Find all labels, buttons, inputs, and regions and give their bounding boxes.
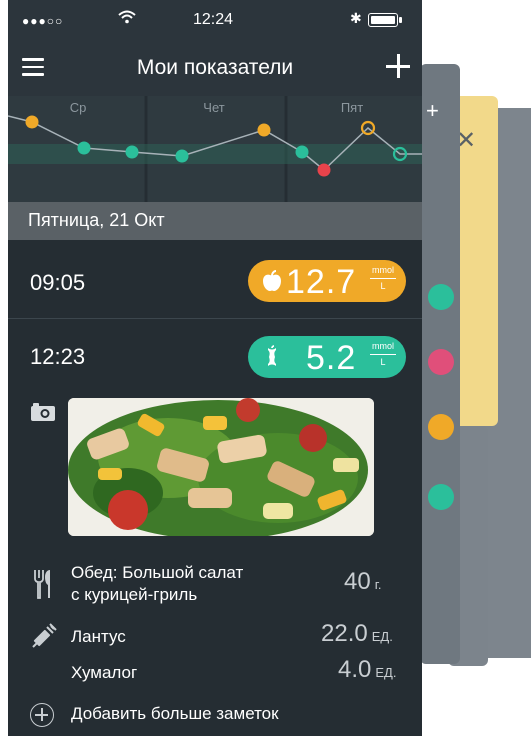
add-button[interactable] [386, 54, 410, 78]
insulin-amount: 22.0 ЕД. [321, 620, 393, 648]
battery-icon [368, 13, 402, 27]
insulin-amount-value: 22.0 [321, 620, 368, 647]
chart-point [317, 163, 331, 177]
chart-day-label: Ср [69, 100, 87, 115]
ghost-circle-green-2 [428, 484, 454, 510]
insulin-note[interactable]: Лантус [71, 626, 126, 648]
glucose-unit: mmol L [368, 265, 398, 292]
glucose-value: 12.7 [286, 263, 357, 301]
chart-point [295, 145, 309, 159]
status-bar: ●●●○○ 12:24 ✱ [8, 0, 422, 42]
phone-screen: ●●●○○ 12:24 ✱ Мои показатели Ср Чет Пят … [8, 0, 422, 736]
unit-top: mmol [372, 341, 394, 351]
chart-point [125, 145, 139, 159]
meal-amount-value: 40 [344, 568, 371, 595]
camera-icon [31, 403, 55, 421]
chart-day-label: Пят [340, 100, 364, 115]
meal-amount: 40 г. [344, 568, 381, 596]
unit-top: mmol [372, 265, 394, 275]
chart-day-label: Чет [203, 100, 225, 115]
signal-icon: ●●●○○ [22, 14, 64, 28]
wifi-icon [118, 10, 136, 24]
entry-time: 12:23 [30, 344, 86, 369]
glucose-reading-badge[interactable]: 12.7 mmol L [248, 260, 406, 302]
apple-core-icon [268, 345, 276, 366]
unit-bottom: L [380, 357, 386, 367]
divider [8, 318, 422, 319]
glucose-reading-badge[interactable]: 5.2 mmol L [248, 336, 406, 378]
navigation-bar: Мои показатели [8, 42, 422, 96]
ghost-circle-orange [428, 414, 454, 440]
meal-note[interactable]: Обед: Большой салат с курицей-гриль [71, 562, 243, 606]
unit-bottom: L [380, 281, 386, 291]
add-notes-button[interactable]: Добавить больше заметок [71, 703, 279, 725]
insulin-note[interactable]: Хумалог [71, 662, 137, 684]
page-title: Мои показатели [136, 56, 294, 79]
status-time: 12:24 [193, 11, 234, 28]
meal-amount-unit: г. [374, 577, 382, 592]
glucose-chart[interactable]: Ср Чет Пят [8, 96, 422, 202]
meal-photo[interactable] [68, 398, 374, 536]
insulin-amount-unit: ЕД. [375, 665, 397, 680]
insulin-amount-unit: ЕД. [371, 629, 393, 644]
entry-time: 09:05 [30, 270, 86, 295]
syringe-icon [32, 623, 57, 648]
chart-point [257, 123, 271, 137]
add-circle-icon[interactable] [30, 703, 54, 727]
insulin-amount: 4.0 ЕД. [338, 656, 396, 684]
chart-point [25, 115, 39, 129]
ghost-circle-pink [428, 349, 454, 375]
chart-point [77, 141, 91, 155]
fork-knife-icon [34, 570, 50, 599]
date-header: Пятница, 21 Окт [8, 202, 422, 240]
chart-point [175, 149, 189, 163]
glucose-unit: mmol L [368, 341, 398, 368]
bluetooth-icon: ✱ [350, 10, 362, 26]
salad-image [68, 398, 374, 536]
insulin-amount-value: 4.0 [338, 656, 372, 683]
ghost-circle-green [428, 284, 454, 310]
stacked-screen-1: + [420, 64, 460, 664]
date-label: Пятница, 21 Окт [28, 210, 165, 230]
target-range-band [8, 144, 422, 164]
plus-icon: + [426, 98, 439, 123]
glucose-value: 5.2 [306, 339, 357, 377]
apple-icon [263, 270, 281, 291]
